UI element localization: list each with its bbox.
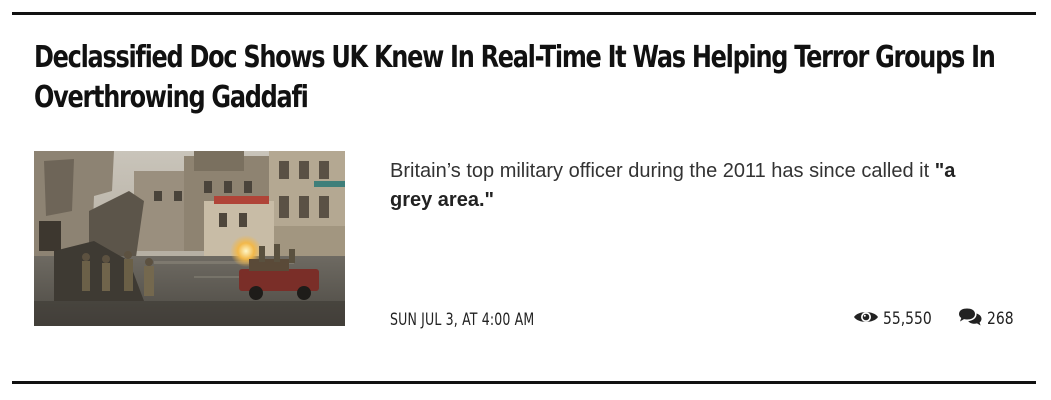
comments-icon [957, 307, 983, 332]
views-stat: 55,550 [853, 308, 935, 331]
comments-stat[interactable]: 268 [957, 307, 1014, 332]
article-title[interactable]: Declassified Doc Shows UK Knew In Real-T… [34, 38, 1026, 118]
eye-icon [853, 308, 879, 331]
publish-date: SUN JUL 3, AT 4:00 AM [390, 310, 535, 330]
comments-count: 268 [987, 309, 1014, 329]
top-divider [12, 12, 1036, 15]
article-thumbnail[interactable] [34, 151, 345, 326]
article-excerpt: Britain’s top military officer during th… [390, 157, 1000, 215]
excerpt-text: Britain’s top military officer during th… [390, 160, 935, 182]
article-stats: 55,550 268 [853, 307, 1014, 332]
views-count: 55,550 [883, 309, 932, 329]
bottom-divider [12, 381, 1036, 384]
